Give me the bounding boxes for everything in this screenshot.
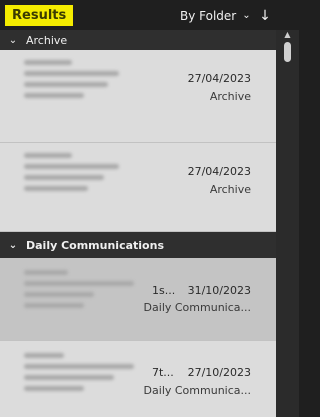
item-date: 27/04/2023 — [187, 165, 251, 178]
list-item[interactable]: 27/04/2023 Archive — [0, 143, 276, 232]
item-folder: Daily Communica... — [143, 384, 251, 397]
item-date: 27/04/2023 — [187, 72, 251, 85]
results-list: ⌄ Archive 27/04/2023 Archive 27/04/2023 … — [0, 30, 276, 417]
chevron-down-icon[interactable]: ⌄ — [8, 240, 18, 251]
item-subject: 7t... — [152, 366, 174, 379]
item-date: 31/10/2023 — [187, 284, 251, 297]
redacted-text — [24, 153, 124, 197]
sort-by-folder-dropdown[interactable]: By Folder ⌄ — [180, 8, 251, 24]
sort-label: By Folder — [180, 9, 237, 23]
results-header: Results By Folder ⌄ ↓ — [0, 0, 299, 30]
group-header-daily-communications[interactable]: ⌄ Daily Communications — [0, 232, 276, 258]
group-label: Archive — [26, 33, 68, 47]
chevron-down-icon: ⌄ — [242, 10, 251, 21]
redacted-text — [24, 353, 134, 397]
list-item[interactable]: 27/04/2023 Archive — [0, 50, 276, 143]
results-title: Results — [5, 5, 74, 26]
group-label: Daily Communications — [26, 238, 164, 252]
redacted-text — [24, 270, 134, 314]
item-folder: Archive — [209, 90, 251, 103]
redacted-text — [24, 60, 124, 104]
vertical-scrollbar[interactable]: ▲ — [276, 30, 299, 417]
arrow-down-icon[interactable]: ↓ — [258, 7, 272, 25]
group-header-archive[interactable]: ⌄ Archive — [0, 30, 276, 50]
scroll-up-arrow-icon[interactable]: ▲ — [276, 30, 299, 40]
item-date: 27/10/2023 — [187, 366, 251, 379]
scrollbar-thumb[interactable] — [284, 42, 291, 62]
chevron-down-icon[interactable]: ⌄ — [8, 35, 18, 46]
list-item[interactable]: 7t... 27/10/2023 Daily Communica... — [0, 341, 276, 417]
item-folder: Archive — [209, 183, 251, 196]
item-folder: Daily Communica... — [143, 301, 251, 314]
list-item-selected[interactable]: 1s... 31/10/2023 Daily Communica... — [0, 258, 276, 341]
item-subject: 1s... — [152, 284, 176, 297]
